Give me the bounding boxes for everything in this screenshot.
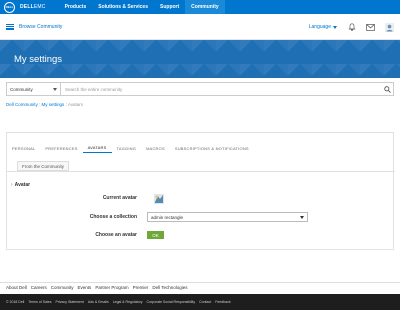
footer-community[interactable]: Community bbox=[51, 285, 74, 290]
top-navigation: DELL DELLEMC Products Solutions & Servic… bbox=[0, 0, 400, 14]
footer-copyright: © 2018 Dell bbox=[6, 300, 25, 304]
choose-avatar-label: Choose an avatar bbox=[95, 232, 137, 238]
current-avatar-label: Current avatar bbox=[102, 195, 137, 201]
tab-divider bbox=[7, 171, 395, 172]
footer-ads-emails[interactable]: Ads & Emails bbox=[88, 300, 109, 304]
footer-dell-technologies[interactable]: Dell Technologies bbox=[152, 285, 187, 290]
browse-community-link[interactable]: Browse Community bbox=[19, 24, 62, 30]
logo-text: DELL bbox=[5, 5, 14, 9]
language-selector[interactable]: Language bbox=[309, 24, 337, 30]
brand-rest: EMC bbox=[33, 4, 46, 10]
tab-subscriptions-notifications[interactable]: SUBSCRIPTIONS & NOTIFICATIONS bbox=[170, 143, 254, 153]
footer-terms-of-sales[interactable]: Terms of Sales bbox=[28, 300, 51, 304]
page-title: My settings bbox=[14, 54, 63, 65]
footer-csr[interactable]: Corporate Social Responsibility bbox=[147, 300, 196, 304]
search-input[interactable]: Search the entire community bbox=[61, 83, 381, 95]
tab-personal[interactable]: PERSONAL bbox=[7, 143, 40, 153]
tab-avatars[interactable]: AVATARS bbox=[82, 143, 112, 153]
tab-macros[interactable]: MACROS bbox=[141, 143, 170, 153]
footer-legal: © 2018 Dell Terms of Sales Privacy State… bbox=[0, 294, 400, 310]
chevron-down-icon bbox=[53, 87, 57, 91]
footer-careers[interactable]: Careers bbox=[31, 285, 47, 290]
breadcrumb-my-settings[interactable]: My settings bbox=[42, 102, 65, 107]
menu-icon[interactable] bbox=[6, 23, 14, 30]
user-avatar-icon[interactable] bbox=[385, 22, 394, 32]
dell-logo[interactable]: DELL bbox=[4, 1, 15, 13]
avatar-section-title: Avatar bbox=[11, 182, 30, 188]
footer-partner-program[interactable]: Partner Program bbox=[95, 285, 128, 290]
hero-banner: My settings bbox=[0, 40, 400, 78]
nav-products[interactable]: Products bbox=[59, 0, 93, 14]
footer-contact[interactable]: Contact bbox=[199, 300, 211, 304]
search-scope-select[interactable]: Community bbox=[7, 83, 61, 95]
footer-links: About Dell Careers Community Events Part… bbox=[0, 282, 400, 292]
nav-community[interactable]: Community bbox=[185, 0, 225, 14]
caret-down-icon bbox=[333, 25, 337, 29]
search-scope-value: Community bbox=[10, 86, 33, 92]
collection-select[interactable]: admin rectangle bbox=[147, 212, 308, 222]
breadcrumb: Dell Community : My settings : Avatars bbox=[6, 102, 84, 107]
breadcrumb-dell-community[interactable]: Dell Community bbox=[6, 102, 38, 107]
current-avatar-image bbox=[154, 194, 164, 204]
footer-feedback[interactable]: Feedback bbox=[215, 300, 230, 304]
chevron-down-icon bbox=[300, 215, 304, 219]
choose-collection-label: Choose a collection bbox=[89, 214, 137, 220]
settings-panel: PERSONAL PREFERENCES AVATARS TAGGING MAC… bbox=[6, 132, 395, 250]
tab-preferences[interactable]: PREFERENCES bbox=[40, 143, 82, 153]
dellemc-brand[interactable]: DELLEMC bbox=[20, 4, 46, 10]
footer-events[interactable]: Events bbox=[78, 285, 92, 290]
search-icon[interactable] bbox=[381, 83, 393, 95]
community-subheader: Browse Community Language bbox=[0, 14, 400, 40]
bell-icon[interactable] bbox=[347, 23, 356, 32]
nav-support[interactable]: Support bbox=[154, 0, 185, 14]
mail-icon[interactable] bbox=[366, 23, 375, 32]
search-bar: Community Search the entire community bbox=[6, 82, 394, 96]
settings-tabs: PERSONAL PREFERENCES AVATARS TAGGING MAC… bbox=[7, 143, 254, 153]
ok-button[interactable]: OK bbox=[147, 231, 164, 239]
language-label: Language bbox=[308, 24, 331, 30]
footer-about-dell[interactable]: About Dell bbox=[6, 285, 27, 290]
breadcrumb-current: Avatars bbox=[67, 102, 84, 107]
subtab-from-the-community[interactable]: From the Community bbox=[17, 161, 70, 171]
nav-solutions-services[interactable]: Solutions & Services bbox=[92, 0, 154, 14]
footer-privacy-statement[interactable]: Privacy Statement bbox=[56, 300, 84, 304]
tab-tagging[interactable]: TAGGING bbox=[112, 143, 142, 153]
footer-legal-regulatory[interactable]: Legal & Regulatory bbox=[113, 300, 143, 304]
footer-premier[interactable]: Premier bbox=[133, 285, 149, 290]
collection-select-value: admin rectangle bbox=[151, 214, 184, 220]
brand-bold: DELL bbox=[20, 4, 34, 10]
